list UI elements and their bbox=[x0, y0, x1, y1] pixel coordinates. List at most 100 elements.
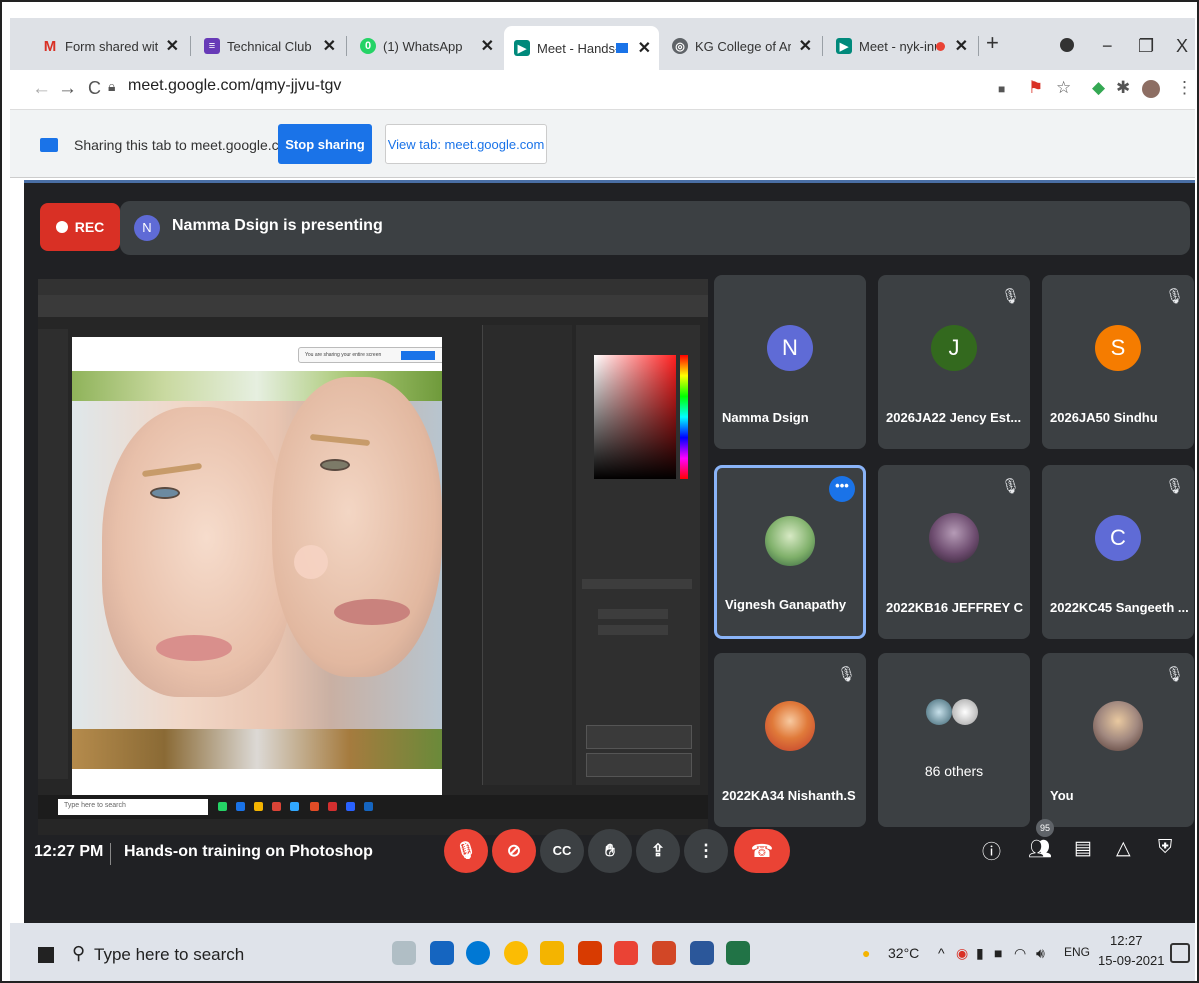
meet-icon: ▶ bbox=[836, 38, 852, 54]
tray-battery-icon[interactable]: ▮ bbox=[976, 945, 984, 962]
photoshop-history-panel bbox=[482, 325, 572, 785]
forward-icon[interactable]: → bbox=[58, 78, 77, 100]
participant-avatar: J bbox=[931, 325, 977, 371]
excel-icon[interactable] bbox=[726, 941, 750, 965]
participant-tile[interactable]: 🎙︎ C 2022KC45 Sangeeth ... bbox=[1042, 465, 1194, 639]
close-icon[interactable]: ✕ bbox=[323, 36, 336, 56]
task-view-icon[interactable] bbox=[392, 941, 416, 965]
profile-icon[interactable] bbox=[1060, 38, 1074, 52]
tray-app-icon[interactable]: ◉ bbox=[956, 945, 968, 962]
office-icon[interactable] bbox=[578, 941, 602, 965]
tab-title: (1) WhatsApp bbox=[383, 38, 463, 54]
globe-icon: ◎ bbox=[672, 38, 688, 54]
profile-avatar-icon[interactable] bbox=[1142, 80, 1160, 98]
camera-icon[interactable]: ■ bbox=[998, 82, 1005, 96]
minimize-button[interactable]: − bbox=[1102, 36, 1113, 57]
tab-meet-active[interactable]: ▶ Meet - Hands-o ✕ bbox=[504, 26, 659, 70]
powerpoint-icon[interactable] bbox=[652, 941, 676, 965]
tab-title: Form shared with yo bbox=[65, 38, 158, 54]
weather-temp[interactable]: 32°C bbox=[888, 945, 919, 961]
tab-forms[interactable]: ≡ Technical Club - Ho ✕ bbox=[194, 28, 344, 64]
stop-sharing-mini-button bbox=[401, 351, 435, 360]
wifi-icon[interactable]: ◠ bbox=[1014, 945, 1026, 962]
separator bbox=[110, 843, 111, 865]
participant-name: 2026JA50 Sindhu bbox=[1050, 410, 1158, 425]
extension-g-icon[interactable]: ◆ bbox=[1092, 78, 1105, 98]
participant-tile[interactable]: 🎙︎ J 2026JA22 Jency Est... bbox=[878, 275, 1030, 449]
people-icon[interactable]: 👥︎ bbox=[1028, 837, 1052, 861]
eye bbox=[150, 487, 180, 499]
portrait-face-right bbox=[272, 377, 442, 677]
tab-kg-college[interactable]: ◎ KG College of Arts a ✕ bbox=[662, 28, 820, 64]
clock-time[interactable]: 12:27 bbox=[1110, 933, 1143, 948]
photoshop-canvas: You are sharing your entire screen bbox=[72, 337, 442, 797]
extensions-puzzle-icon[interactable]: ✱ bbox=[1116, 78, 1130, 98]
edge-icon[interactable] bbox=[466, 941, 490, 965]
tray-camera-icon[interactable]: ■ bbox=[994, 945, 1002, 961]
file-explorer-icon[interactable] bbox=[540, 941, 564, 965]
windows-start-icon[interactable] bbox=[38, 947, 54, 963]
back-icon[interactable]: ← bbox=[32, 78, 51, 100]
mic-off-icon: 🎙︎ bbox=[1164, 288, 1184, 305]
rec-label: REC bbox=[74, 219, 105, 235]
presenter-avatar: N bbox=[134, 215, 160, 241]
translate-icon[interactable]: ⚑ bbox=[1028, 78, 1043, 98]
participant-tile[interactable]: 🎙︎ S 2026JA50 Sindhu bbox=[1042, 275, 1194, 449]
more-options-icon[interactable]: ••• bbox=[829, 476, 855, 502]
camera-toggle-button[interactable]: ⊘ bbox=[492, 829, 536, 873]
close-icon[interactable]: ✕ bbox=[799, 36, 812, 56]
close-window-button[interactable]: X bbox=[1176, 36, 1188, 57]
bookmark-star-icon[interactable]: ☆ bbox=[1056, 78, 1071, 98]
participant-tile-others[interactable]: 86 others bbox=[878, 653, 1030, 827]
close-icon[interactable]: ✕ bbox=[481, 36, 494, 56]
chrome-icon bbox=[272, 802, 281, 811]
word-icon[interactable] bbox=[690, 941, 714, 965]
taskbar-search[interactable]: Type here to search bbox=[94, 945, 244, 965]
stop-sharing-button[interactable]: Stop sharing bbox=[278, 124, 372, 164]
meeting-details-icon[interactable]: ⓘ bbox=[982, 837, 1001, 864]
more-options-button[interactable]: ⋮ bbox=[684, 829, 728, 873]
chrome-profile-icon[interactable] bbox=[614, 941, 638, 965]
present-now-button[interactable]: ⇪ bbox=[636, 829, 680, 873]
menu-dots-icon[interactable]: ⋮ bbox=[1176, 78, 1193, 98]
notification-icon[interactable] bbox=[1170, 943, 1190, 963]
mail-icon[interactable] bbox=[430, 941, 454, 965]
participant-tile[interactable]: N Namma Dsign bbox=[714, 275, 866, 449]
clock-date[interactable]: 15-09-2021 bbox=[1098, 953, 1165, 968]
participant-tile[interactable]: 🎙︎ 2022KB16 JEFFREY C bbox=[878, 465, 1030, 639]
tray-overflow-icon[interactable]: ^ bbox=[938, 945, 945, 961]
raise-hand-button[interactable]: ✋︎ bbox=[588, 829, 632, 873]
sharing-indicator-icon bbox=[615, 43, 628, 53]
leave-call-button[interactable]: ☎︎ bbox=[734, 829, 790, 873]
participant-tile-pinned[interactable]: ••• Vignesh Ganapathy bbox=[714, 465, 866, 639]
close-icon[interactable]: ✕ bbox=[955, 36, 968, 56]
activities-icon[interactable]: △ bbox=[1116, 837, 1131, 860]
view-tab-button[interactable]: View tab: meet.google.com bbox=[385, 124, 547, 164]
shared-windows-taskbar: Type here to search bbox=[38, 795, 708, 819]
participant-tile-self[interactable]: 🎙︎ You bbox=[1042, 653, 1194, 827]
close-icon[interactable]: ✕ bbox=[638, 38, 651, 58]
address-bar[interactable]: meet.google.com/qmy-jjvu-tgv bbox=[128, 77, 341, 95]
new-tab-button[interactable]: + bbox=[986, 30, 999, 56]
reload-icon[interactable]: C bbox=[88, 78, 101, 99]
tab-meet-2[interactable]: ▶ Meet - nyk-inu ✕ bbox=[826, 28, 976, 64]
close-icon[interactable]: ✕ bbox=[166, 36, 179, 56]
participant-tile[interactable]: 🎙︎ 2022KA34 Nishanth.S bbox=[714, 653, 866, 827]
weather-icon: ● bbox=[862, 945, 871, 961]
tab-gmail[interactable]: M Form shared with yo ✕ bbox=[32, 28, 187, 64]
chat-icon[interactable]: ▤ bbox=[1074, 837, 1092, 860]
meeting-time: 12:27 PM bbox=[34, 843, 104, 860]
captions-button[interactable]: CC bbox=[540, 829, 584, 873]
mic-toggle-button[interactable]: 🎙︎ bbox=[444, 829, 488, 873]
volume-icon[interactable]: 🔊︎ bbox=[1036, 945, 1045, 962]
chrome-icon[interactable] bbox=[504, 941, 528, 965]
app-icon bbox=[310, 802, 319, 811]
participant-photo bbox=[765, 701, 815, 751]
language-indicator[interactable]: ENG bbox=[1064, 945, 1090, 959]
recording-badge: REC bbox=[40, 203, 120, 251]
sharing-status-text: Sharing this tab to meet.google.com bbox=[74, 137, 299, 153]
mic-off-icon: 🎙︎ bbox=[1164, 478, 1184, 495]
restore-button[interactable]: ❐ bbox=[1138, 36, 1154, 57]
host-controls-icon[interactable]: ⛨ bbox=[1158, 837, 1172, 859]
tab-whatsapp[interactable]: 0 (1) WhatsApp ✕ bbox=[350, 28, 502, 64]
